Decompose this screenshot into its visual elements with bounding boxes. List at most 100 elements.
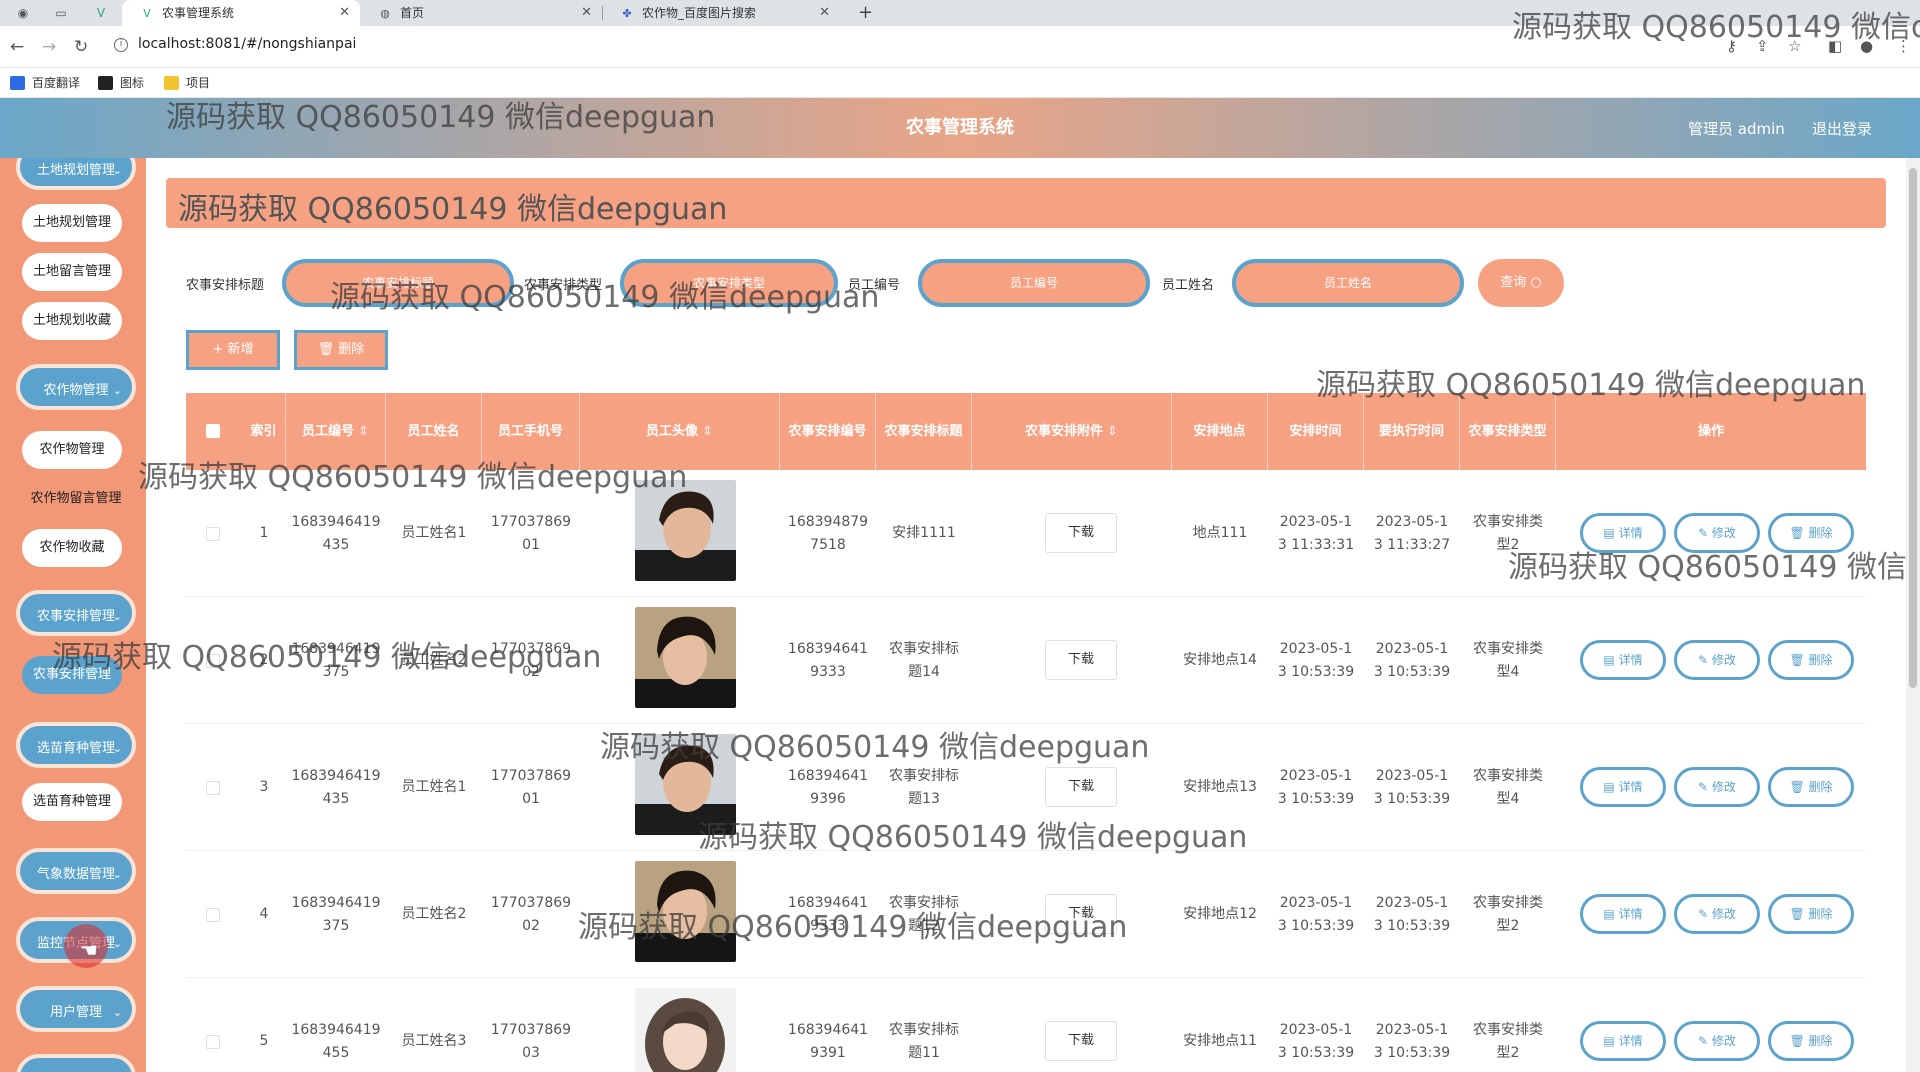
col-place[interactable]: 安排地点 (1172, 393, 1268, 470)
download-button[interactable]: 下载 (1045, 1021, 1117, 1061)
sidebar-group-crop[interactable]: 农作物管理 ⌄ (16, 364, 136, 410)
cell-phone: 177037869 03 (490, 1021, 572, 1061)
close-icon[interactable]: ✕ (339, 0, 350, 26)
edit-button[interactable]: ✎ 修改 (1674, 640, 1760, 680)
folder-icon (164, 76, 179, 90)
detail-button[interactable]: ▤ 详情 (1580, 1021, 1666, 1061)
sidepanel-icon[interactable]: ◧ (1828, 37, 1842, 55)
download-button[interactable]: 下载 (1045, 640, 1117, 680)
close-icon[interactable]: ✕ (819, 0, 830, 26)
app-header: 农事管理系统 管理员 admin 退出登录 (0, 98, 1920, 158)
row-checkbox[interactable] (206, 908, 220, 922)
bookmark-icons[interactable]: 图标 (98, 74, 144, 92)
sidebar-item-land-message[interactable]: 土地留言管理 (22, 253, 122, 291)
cell-plan-title: 农事安排标 题14 (889, 640, 959, 680)
detail-button[interactable]: ▤ 详情 (1580, 640, 1666, 680)
download-button[interactable]: 下载 (1045, 894, 1117, 934)
row-checkbox[interactable] (206, 781, 220, 795)
cell-emp-no: 1683946419 375 (291, 894, 381, 934)
detail-button[interactable]: ▤ 详情 (1580, 894, 1666, 934)
tab-group-icon[interactable]: ▭ (52, 4, 70, 22)
row-checkbox[interactable] (206, 1035, 220, 1049)
sidebar-item-land-favorite[interactable]: 土地规划收藏 (22, 302, 122, 340)
sidebar-group-arrangement[interactable]: 农事安排管理 ⌄ (16, 590, 136, 636)
key-icon[interactable]: ⚷ (1726, 37, 1737, 55)
col-avatar[interactable]: 员工头像 ⇕ (580, 393, 780, 470)
delete-button[interactable]: 🗑 删除 (1768, 767, 1854, 807)
kebab-menu-icon[interactable]: ⋮ (1896, 37, 1911, 55)
filter-input-type[interactable]: 农事安排类型 (620, 259, 838, 307)
cell-phone: 177037869 01 (490, 513, 572, 553)
bookmark-label: 百度翻译 (32, 76, 81, 90)
detail-button[interactable]: ▤ 详情 (1580, 767, 1666, 807)
col-plan-title[interactable]: 农事安排标题 (876, 393, 972, 470)
cell-type: 农事安排类 型4 (1473, 640, 1543, 680)
sidebar-item-crop[interactable]: 农作物管理 (22, 431, 122, 469)
batch-delete-button[interactable]: 🗑 删除 (294, 330, 388, 370)
app-title: 农事管理系统 (906, 117, 1014, 138)
sidebar-item-land-plan[interactable]: 土地规划管理 (22, 204, 122, 242)
share-icon[interactable]: ⇪ (1756, 37, 1769, 55)
sidebar-item-crop-favorite[interactable]: 农作物收藏 (22, 529, 122, 567)
close-icon[interactable]: ✕ (581, 0, 592, 26)
vue-logo-icon: V (143, 7, 151, 20)
delete-button[interactable]: 🗑 删除 (1768, 894, 1854, 934)
download-button[interactable]: 下载 (1045, 513, 1117, 553)
row-checkbox[interactable] (206, 527, 220, 541)
sidebar-group-weather[interactable]: 气象数据管理 ⌄ (16, 848, 136, 894)
delete-button[interactable]: 🗑 删除 (1768, 513, 1854, 553)
sidebar-group-breeding[interactable]: 选苗育种管理 ⌄ (16, 722, 136, 768)
query-button[interactable]: 查询 ○ (1478, 259, 1564, 307)
url-field[interactable]: localhost:8081/#/nongshianpai (138, 36, 356, 52)
col-operations: 操作 (1697, 423, 1724, 439)
col-exec-time[interactable]: 要执行时间 (1364, 393, 1460, 470)
new-tab-button[interactable]: + (858, 0, 873, 26)
filter-input-emp-no[interactable]: 员工编号 (918, 259, 1150, 307)
row-checkbox[interactable] (206, 654, 220, 668)
sort-icon: ⇕ (358, 423, 369, 439)
tab-home[interactable]: ◍ 首页 ✕ (360, 0, 602, 26)
select-all-checkbox[interactable] (206, 424, 220, 438)
tab-nongshi[interactable]: V 农事管理系统 ✕ (122, 0, 360, 26)
sidebar-item-arrangement[interactable]: 农事安排管理 (22, 656, 122, 694)
profile-icon[interactable]: ● (1860, 37, 1873, 55)
col-type[interactable]: 农事安排类型 (1460, 393, 1556, 470)
detail-button[interactable]: ▤ 详情 (1580, 513, 1666, 553)
back-icon[interactable]: ← (10, 37, 24, 57)
sidebar-group-user[interactable]: 用户管理 ⌄ (16, 986, 136, 1032)
edit-button[interactable]: ✎ 修改 (1674, 894, 1760, 934)
col-phone[interactable]: 员工手机号 (482, 393, 580, 470)
star-icon[interactable]: ☆ (1788, 37, 1801, 55)
info-icon[interactable]: i (114, 38, 128, 52)
edit-button[interactable]: ✎ 修改 (1674, 1021, 1760, 1061)
reload-icon[interactable]: ↻ (74, 37, 88, 57)
tab-title: 农事管理系统 (162, 6, 235, 20)
employee-avatar (635, 734, 736, 835)
col-time[interactable]: 安排时间 (1268, 393, 1364, 470)
tab-baidu-images[interactable]: ✤ 农作物_百度图片搜索 ✕ (602, 0, 840, 26)
col-emp-name[interactable]: 员工姓名 (386, 393, 482, 470)
col-plan-no[interactable]: 农事安排编号 (780, 393, 876, 470)
add-button[interactable]: + 新增 (186, 330, 280, 370)
delete-button[interactable]: 🗑 删除 (1768, 1021, 1854, 1061)
sidebar-item-crop-message[interactable]: 农作物留言管理 (16, 480, 136, 518)
sidebar-item-breeding[interactable]: 选苗育种管理 (22, 783, 122, 821)
filter-input-title[interactable]: 农事安排标题 (282, 259, 514, 307)
vue-tab-icon[interactable]: V (92, 4, 110, 22)
edit-button[interactable]: ✎ 修改 (1674, 767, 1760, 807)
bookmark-project[interactable]: 项目 (164, 74, 210, 92)
forward-icon[interactable]: → (42, 37, 56, 57)
browser-menu-icon[interactable]: ◉ (14, 4, 32, 22)
delete-button[interactable]: 🗑 删除 (1768, 640, 1854, 680)
edit-button[interactable]: ✎ 修改 (1674, 513, 1760, 553)
tab-title: 农作物_百度图片搜索 (642, 6, 757, 20)
col-attachment[interactable]: 农事安排附件 ⇕ (972, 393, 1172, 470)
download-button[interactable]: 下载 (1045, 767, 1117, 807)
scrollbar-thumb[interactable] (1909, 168, 1917, 688)
sidebar-group-land[interactable]: 土地规划管理 ⌄ (16, 158, 136, 190)
filter-input-emp-name[interactable]: 员工姓名 (1232, 259, 1464, 307)
logout-link[interactable]: 退出登录 (1812, 118, 1872, 139)
sidebar-group-more[interactable] (16, 1054, 136, 1072)
bookmark-baidu-translate[interactable]: 百度翻译 (10, 74, 80, 92)
col-emp-no[interactable]: 员工编号 ⇕ (286, 393, 386, 470)
